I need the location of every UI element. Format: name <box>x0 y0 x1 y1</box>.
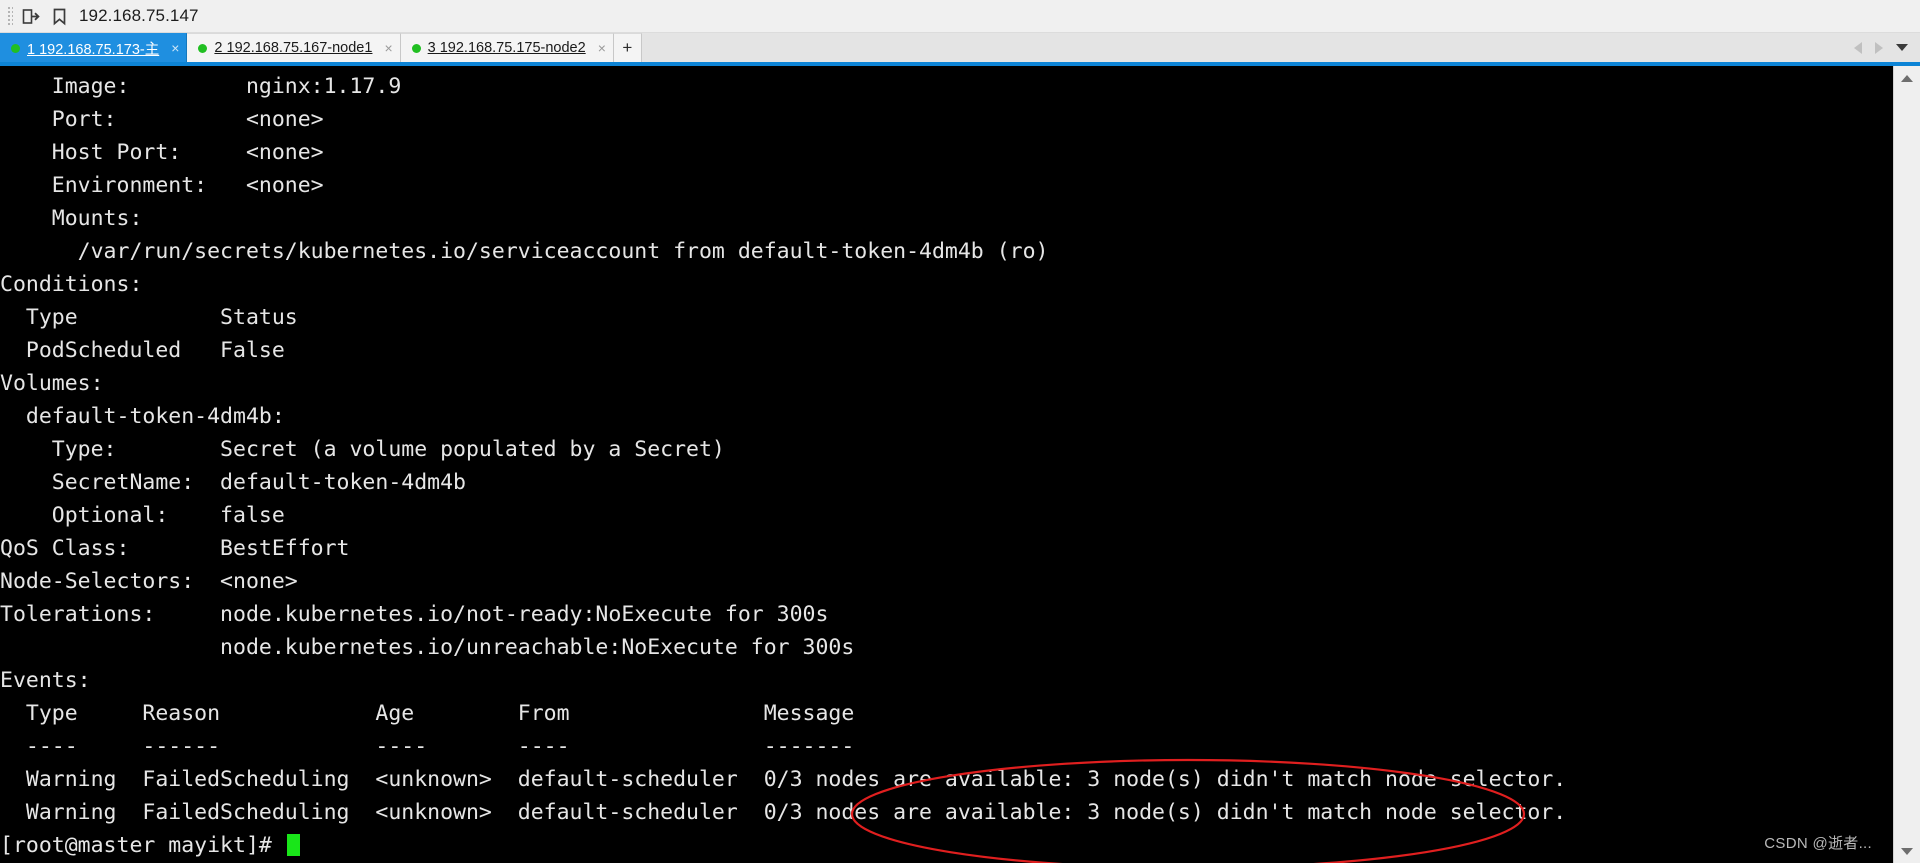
terminal-line: /var/run/secrets/kubernetes.io/serviceac… <box>0 239 1049 264</box>
text-cursor <box>286 834 300 856</box>
scroll-down-button[interactable] <box>1894 839 1920 863</box>
terminal-line: Image: nginx:1.17.9 <box>0 74 402 99</box>
chevron-down-icon[interactable] <box>1896 44 1908 51</box>
tab-status-dot-icon <box>11 43 20 53</box>
tab-close-icon[interactable]: × <box>384 41 392 55</box>
terminal-line: Volumes: <box>0 371 104 396</box>
terminal-prompt-line: [root@master mayikt]# <box>0 829 1893 862</box>
terminal-line: QoS Class: BestEffort <box>0 536 350 561</box>
tab-label: 1 192.168.75.173-主 <box>27 41 160 58</box>
terminal-line: Warning FailedScheduling <unknown> defau… <box>0 767 1567 792</box>
drag-grip-icon[interactable] <box>6 5 13 27</box>
scroll-tabs-right-icon[interactable] <box>1875 41 1883 54</box>
terminal-line: Host Port: <none> <box>0 140 324 165</box>
terminal-line: Warning FailedScheduling <unknown> defau… <box>0 800 1567 825</box>
terminal-line: Type Status <box>0 305 298 330</box>
tab-status-dot-icon <box>411 43 421 53</box>
terminal-line: Optional: false <box>0 503 285 528</box>
terminal-line: node.kubernetes.io/unreachable:NoExecute… <box>0 635 855 660</box>
terminal-line: Type: Secret (a volume populated by a Se… <box>0 437 725 462</box>
tab-label: 2 192.168.75.167-node1 <box>214 40 373 56</box>
shell-prompt: [root@master mayikt]# <box>0 833 285 858</box>
tab-close-icon[interactable]: × <box>598 41 606 55</box>
title-bar: 192.168.75.147 <box>0 0 1920 33</box>
chevron-up-icon <box>1901 74 1913 82</box>
scroll-tabs-left-icon[interactable] <box>1854 41 1862 54</box>
window-title: 192.168.75.147 <box>79 6 199 25</box>
terminal-line: Type Reason Age From Message <box>0 701 855 726</box>
watermark: CSDN @逝者... <box>1764 835 1872 852</box>
terminal-line: Conditions: <box>0 272 143 297</box>
terminal-line: Tolerations: node.kubernetes.io/not-read… <box>0 602 829 627</box>
tab-nav-controls <box>1854 33 1920 62</box>
tab-192-168-75-167-node1[interactable]: 2 192.168.75.167-node1 × <box>187 33 401 62</box>
terminal-output[interactable]: Image: nginx:1.17.9 Port: <none> Host Po… <box>0 66 1893 863</box>
terminal-line: SecretName: default-token-4dm4b <box>0 470 466 495</box>
chevron-down-icon <box>1901 847 1913 855</box>
terminal-line: Node-Selectors: <none> <box>0 569 298 594</box>
tab-strip-spacer <box>642 33 1854 62</box>
terminal-line: Mounts: <box>0 206 143 231</box>
terminal-line: Events: <box>0 668 91 693</box>
terminal-line: PodScheduled False <box>0 338 285 363</box>
tab-strip: 1 192.168.75.173-主 × 2 192.168.75.167-no… <box>0 33 1920 62</box>
terminal-line: Port: <none> <box>0 107 324 132</box>
scroll-up-button[interactable] <box>1894 66 1920 90</box>
terminal-line: default-token-4dm4b: <box>0 404 285 429</box>
vertical-scrollbar[interactable] <box>1893 66 1920 863</box>
scrollbar-track[interactable] <box>1893 90 1920 839</box>
tab-192-168-75-173-master[interactable]: 1 192.168.75.173-主 × <box>0 33 188 62</box>
terminal-line: Environment: <none> <box>0 173 324 198</box>
tab-192-168-75-175-node2[interactable]: 3 192.168.75.175-node2 × <box>400 33 614 62</box>
session-icon[interactable] <box>20 5 42 27</box>
terminal-area: Image: nginx:1.17.9 Port: <none> Host Po… <box>0 66 1920 863</box>
tab-label: 3 192.168.75.175-node2 <box>427 40 586 56</box>
new-tab-button[interactable]: + <box>613 33 642 62</box>
bookmark-icon[interactable] <box>48 5 70 27</box>
terminal-app-window: 192.168.75.147 1 192.168.75.173-主 × 2 19… <box>0 0 1920 863</box>
tab-close-icon[interactable]: × <box>171 41 179 55</box>
terminal-line: ---- ------ ---- ---- ------- <box>0 734 855 759</box>
tab-status-dot-icon <box>198 43 208 53</box>
